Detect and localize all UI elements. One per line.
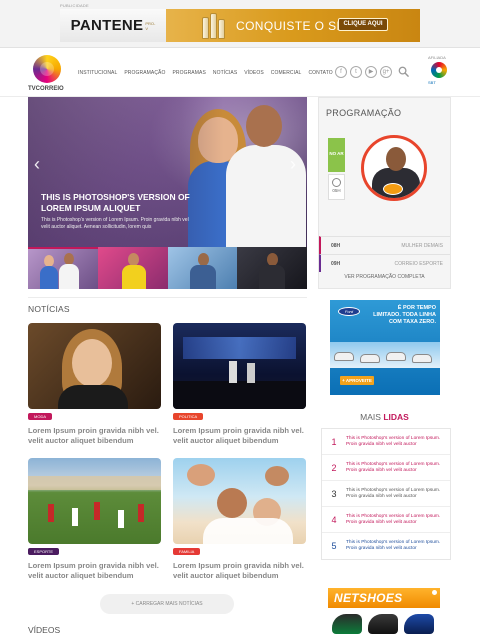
news-tag-moda[interactable]: MODA <box>28 413 52 420</box>
list-item[interactable]: 3 This is Photoshop's version of Lorem I… <box>322 481 450 507</box>
tvcorreio-logo-text[interactable]: TVCORREIO <box>28 86 64 92</box>
netshoes-logo: NETSHOES <box>334 591 403 605</box>
ford-cars-image <box>330 342 440 368</box>
schedule-time: 08H <box>331 242 341 249</box>
news-headline[interactable]: Lorem Ipsum proin gravida nibh vel. veli… <box>173 426 306 446</box>
hero-title[interactable]: THIS IS PHOTOSHOP'S VERSION OF LOREM IPS… <box>41 192 191 214</box>
sbt-logo-text: SBT <box>428 80 436 85</box>
main-nav: INSTITUCIONAL PROGRAMAÇÃO PROGRAMAS NOTÍ… <box>78 70 333 76</box>
pantene-cta-button[interactable]: CLIQUE AQUI <box>338 18 388 31</box>
shoe-image <box>404 614 434 634</box>
hero-thumbnail-1[interactable] <box>28 247 98 289</box>
list-item-text: This is Photoshop's version of Lorem Ips… <box>346 513 441 525</box>
pantene-logo: PANTENE <box>70 17 144 34</box>
list-item[interactable]: 4 This is Photoshop's version of Lorem I… <box>322 507 450 533</box>
list-item-number: 4 <box>331 514 337 525</box>
full-schedule-link[interactable]: VER PROGRAMAÇÃO COMPLETA <box>319 274 450 280</box>
list-item-number: 3 <box>331 488 337 499</box>
news-headline[interactable]: Lorem Ipsum proin gravida nibh vel. veli… <box>28 426 161 446</box>
clock-time: 05H <box>332 188 341 193</box>
tvcorreio-logo-icon[interactable] <box>33 55 61 83</box>
list-item[interactable]: 5 This is Photoshop's version of Lorem I… <box>322 533 450 559</box>
schedule-show: MULHER DEMAIS <box>401 242 443 249</box>
top-ad-strip: PUBLICIDADE PANTENE PRO-V CONQUISTE O SE… <box>0 0 480 48</box>
hero-description: This is Photoshop's version of Lorem Ips… <box>41 217 189 230</box>
divider <box>28 297 307 298</box>
on-air-badge: NO AR <box>328 138 345 172</box>
mais-lidas-title: MAIS LIDAS <box>360 412 409 422</box>
google-plus-icon[interactable]: g+ <box>380 66 392 78</box>
news-tag-esporte[interactable]: ESPORTE <box>28 548 60 555</box>
hero-prev-arrow-icon[interactable]: ‹ <box>34 155 44 173</box>
news-image-esporte[interactable] <box>28 458 161 544</box>
noticias-title: NOTÍCIAS <box>28 304 70 314</box>
list-item-number: 2 <box>331 462 337 473</box>
clock-icon <box>332 178 341 187</box>
schedule-show: CORREIO ESPORTE <box>394 260 443 267</box>
nav-item-noticias[interactable]: NOTÍCIAS <box>213 70 237 76</box>
ford-cta-button[interactable]: + APROVEITE <box>340 376 374 385</box>
nav-item-programacao[interactable]: PROGRAMAÇÃO <box>124 70 165 76</box>
pantene-logo-panel: PANTENE PRO-V <box>60 9 166 42</box>
list-item-text: This is Photoshop's version of Lorem Ips… <box>346 435 441 447</box>
search-icon[interactable] <box>398 66 409 77</box>
shoe-image <box>332 614 362 634</box>
news-headline[interactable]: Lorem Ipsum proin gravida nibh vel. veli… <box>173 561 306 581</box>
list-item-number: 1 <box>331 436 337 447</box>
schedule-time: 09H <box>331 260 341 267</box>
nav-item-videos[interactable]: VÍDEOS <box>244 70 264 76</box>
pantene-sub: PRO-V <box>145 20 156 31</box>
hero-thumbnails <box>28 247 307 289</box>
news-tag-politica[interactable]: POLITICA <box>173 413 204 420</box>
load-more-news-button[interactable]: + CARREGAR MAIS NOTÍCIAS <box>100 594 234 614</box>
news-image-moda[interactable] <box>28 323 161 409</box>
nav-item-contato[interactable]: CONTATO <box>308 70 332 76</box>
list-item-text: This is Photoshop's version of Lorem Ips… <box>346 487 441 499</box>
facebook-icon[interactable]: f <box>335 66 347 78</box>
program-logo-badge <box>383 183 403 195</box>
hero-thumbnail-3[interactable] <box>167 247 238 289</box>
nav-item-institucional[interactable]: INSTITUCIONAL <box>78 70 117 76</box>
pantene-banner[interactable]: PANTENE PRO-V CONQUISTE O SEU. CLIQUE AQ… <box>60 9 420 42</box>
list-item[interactable]: 1 This is Photoshop's version of Lorem I… <box>322 429 450 455</box>
affiliate-label: AFILIADA <box>428 55 446 60</box>
social-links: f t ▶ g+ <box>335 66 392 78</box>
nav-item-comercial[interactable]: COMERCIAL <box>271 70 302 76</box>
clock-box: 05H <box>328 174 345 200</box>
pantene-bottles-image <box>202 12 226 39</box>
list-item-number: 5 <box>331 541 337 551</box>
hero-next-arrow-icon[interactable]: › <box>290 155 300 173</box>
ford-logo: Ford <box>338 307 360 316</box>
hero-thumbnail-2[interactable] <box>97 247 168 289</box>
ad-label: PUBLICIDADE <box>60 3 89 8</box>
pantene-offer-panel: CONQUISTE O SEU. CLIQUE AQUI <box>166 9 420 42</box>
list-item-text: This is Photoshop's version of Lorem Ips… <box>346 540 441 551</box>
nav-item-programas[interactable]: PROGRAMAS <box>172 70 205 76</box>
mais-lidas-list: 1 This is Photoshop's version of Lorem I… <box>321 428 451 560</box>
programacao-title: PROGRAMAÇÃO <box>326 108 402 118</box>
news-image-familia[interactable] <box>173 458 306 544</box>
schedule-row[interactable]: 09H CORREIO ESPORTE <box>319 254 450 272</box>
sbt-logo-icon[interactable] <box>431 62 447 78</box>
news-tag-familia[interactable]: FAMILIA <box>173 548 201 555</box>
hero-thumbnail-4[interactable] <box>237 247 307 289</box>
news-image-politica[interactable] <box>173 323 306 409</box>
youtube-icon[interactable]: ▶ <box>365 66 377 78</box>
netshoes-ad-banner[interactable]: NETSHOES <box>328 588 440 642</box>
programacao-panel: PROGRAMAÇÃO NO AR 05H 08H MULHER DEMAIS … <box>318 97 451 289</box>
schedule-row[interactable]: 08H MULHER DEMAIS <box>319 236 450 254</box>
list-item-text: This is Photoshop's version of Lorem Ips… <box>346 461 441 473</box>
ford-ad-banner[interactable]: Ford É POR TEMPO LIMITADO. TODA LINHA CO… <box>330 300 440 395</box>
list-item[interactable]: 2 This is Photoshop's version of Lorem I… <box>322 455 450 481</box>
ford-headline: É POR TEMPO LIMITADO. TODA LINHA COM TAX… <box>373 305 436 325</box>
twitter-icon[interactable]: t <box>350 66 362 78</box>
videos-title: VÍDEOS <box>28 625 61 635</box>
shoe-image <box>368 614 398 634</box>
news-headline[interactable]: Lorem Ipsum proin gravida nibh vel. veli… <box>28 561 161 581</box>
